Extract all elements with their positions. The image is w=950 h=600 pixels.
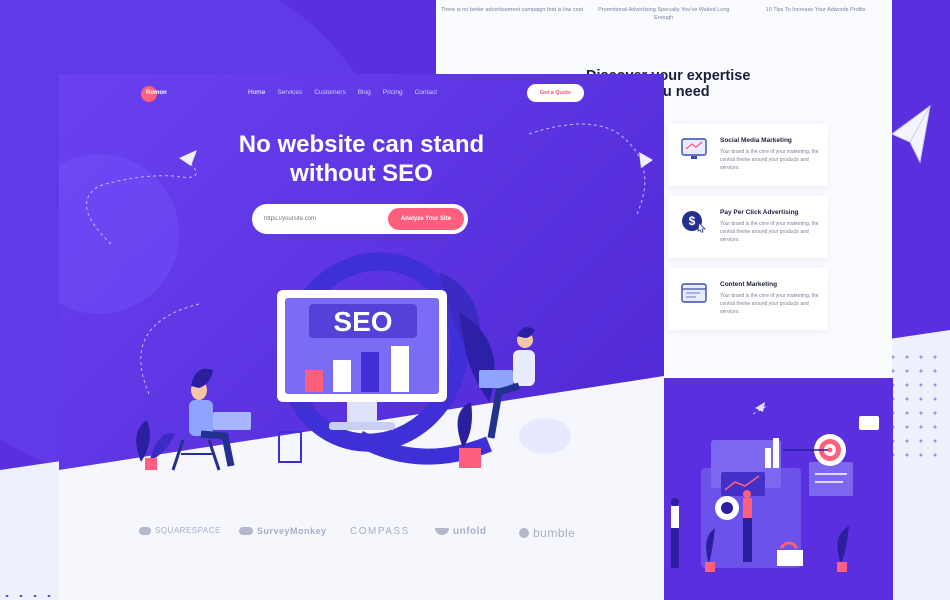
browser-icon (681, 283, 707, 303)
bumble-icon (519, 528, 529, 538)
brand-squarespace-label: SQUARESPACE (155, 526, 221, 535)
brand-squarespace: SQUARESPACE (139, 526, 221, 535)
nav-link-home[interactable]: Home (248, 89, 265, 96)
service-title: Pay Per Click Advertising (720, 209, 799, 216)
brand-bumble-label: bumble (533, 526, 576, 540)
dollar-cursor-icon: $ (682, 211, 706, 233)
dot-pattern (886, 350, 942, 460)
analyze-site-button[interactable]: Analyze Your Site (388, 208, 464, 230)
dot-pattern-bottom (0, 592, 60, 600)
nav-link-services[interactable]: Services (277, 89, 302, 96)
brand-compass: COMPASS (350, 526, 410, 537)
nav-link-contact[interactable]: Contact (415, 89, 437, 96)
seo-screen-text: SEO (333, 306, 392, 337)
service-desc: Your brand is the core of your marketing… (720, 293, 819, 315)
mockup-scene: There is no better advertisement campaig… (0, 0, 950, 600)
site-search-bar: Analyze Your Site (252, 204, 468, 234)
brand-unfold-label: unfold (453, 526, 487, 537)
service-title: Social Media Marketing (720, 137, 792, 144)
nav-link-customers[interactable]: Customers (314, 89, 345, 96)
hero-title-line2: without SEO (290, 160, 433, 187)
hero-title-line1: No website can stand (238, 131, 485, 158)
service-desc: Your brand is the core of your marketing… (720, 149, 819, 171)
service-card-ppc[interactable]: $ Pay Per Click Advertising Your brand i… (668, 196, 828, 258)
marketing-illustration (671, 402, 879, 572)
unfold-icon (435, 528, 449, 535)
squarespace-icon (139, 526, 151, 535)
marketing-illustration-card (663, 378, 893, 600)
brand-surveymonkey: SurveyMonkey (239, 526, 327, 536)
logo-text[interactable]: Romon (146, 90, 167, 96)
get-quote-button[interactable]: Get a Quote (527, 84, 584, 102)
top-text-2: Promotional Advertising Specialty You've… (598, 7, 730, 21)
landing-page-card: Romon Home Services Customers Blog Prici… (59, 74, 664, 600)
service-desc: Your brand is the core of your marketing… (720, 221, 819, 243)
service-title: Content Marketing (720, 281, 778, 288)
brand-bumble: bumble (519, 526, 575, 540)
brand-compass-label: COMPASS (350, 526, 410, 537)
surveymonkey-icon (239, 527, 253, 535)
nav-link-pricing[interactable]: Pricing (383, 89, 403, 96)
svg-text:$: $ (689, 214, 696, 228)
brand-surveymonkey-label: SurveyMonkey (257, 526, 327, 536)
paper-plane-icon (891, 104, 931, 164)
top-text-3: 10 Tips To Increase Your Adwords Profits (765, 7, 866, 13)
nav-link-blog[interactable]: Blog (358, 89, 371, 96)
service-card-social[interactable]: Social Media Marketing Your brand is the… (668, 124, 828, 186)
hero-title: No website can stand without SEO (59, 130, 664, 188)
brand-unfold: unfold (435, 526, 487, 537)
site-url-input[interactable] (264, 212, 384, 226)
service-card-content[interactable]: Content Marketing Your brand is the core… (668, 268, 828, 330)
monitor-icon (681, 138, 707, 159)
nav-links: Home Services Customers Blog Pricing Con… (248, 89, 437, 96)
top-text-1: There is no better advertisement campaig… (440, 7, 583, 13)
navbar: Romon Home Services Customers Blog Prici… (59, 74, 664, 114)
seo-illustration: SEO (136, 252, 571, 471)
top-texts-row: There is no better advertisement campaig… (436, 6, 892, 22)
